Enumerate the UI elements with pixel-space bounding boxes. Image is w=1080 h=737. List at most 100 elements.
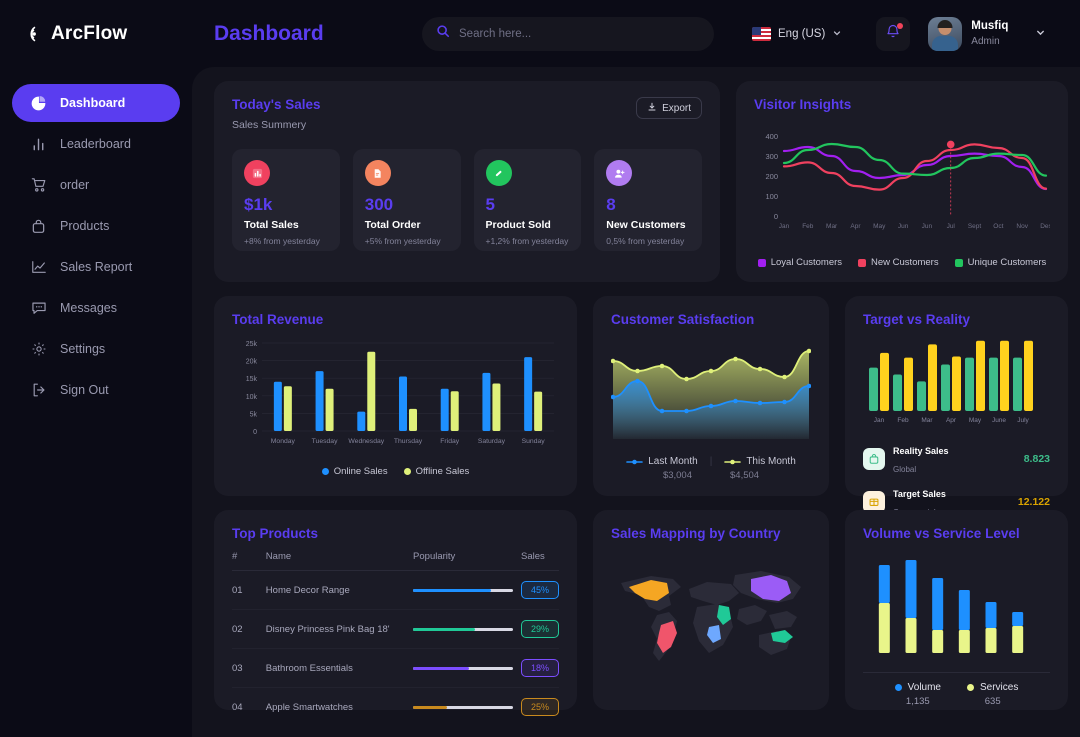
product-number: 04 (232, 701, 243, 713)
legend-name: Target Sales (893, 489, 946, 499)
top-products-table: # Name Popularity Sales 01 Home Decor Ran… (232, 551, 559, 726)
legend-label: Last Month (648, 456, 698, 467)
svg-text:0: 0 (253, 429, 257, 436)
search-input[interactable] (459, 27, 700, 40)
profile-menu[interactable]: Musfiq Admin (928, 16, 1046, 51)
stat-card[interactable]: 5 Product Sold +1,2% from yesterday (473, 149, 582, 251)
export-label: Export (662, 102, 691, 114)
legend-label: Unique Customers (967, 257, 1047, 268)
card-title: Total Revenue (232, 312, 324, 327)
sidebar-item-sales-report[interactable]: Sales Report (12, 248, 180, 286)
cart-icon (30, 177, 47, 194)
bar-chart-icon (30, 136, 47, 153)
stat-card[interactable]: $1k Total Sales +8% from yesterday (232, 149, 340, 251)
sidebar-item-label: Leaderboard (60, 137, 131, 151)
svg-text:Nov: Nov (1016, 223, 1028, 230)
column-header: Sales (520, 551, 559, 571)
table-row[interactable]: 03 Bathroom Essentials 18% (232, 648, 559, 688)
product-number: 02 (232, 609, 266, 649)
legend-label: This Month (746, 456, 796, 467)
sidebar-item-label: Dashboard (60, 96, 126, 110)
row-one: Today's Sales Sales Summery Export $1k T… (214, 81, 1068, 282)
sidebar-item-messages[interactable]: Messages (12, 289, 180, 327)
sidebar-item-dashboard[interactable]: Dashboard (12, 84, 180, 122)
page-title: Dashboard (214, 21, 324, 45)
stat-card[interactable]: 300 Total Order +5% from yesterday (352, 149, 461, 251)
bag-icon (30, 218, 47, 235)
product-popularity (413, 570, 521, 610)
legend-item: New Customers (858, 257, 939, 268)
sales-mapping-card: Sales Mapping by Country (593, 510, 829, 710)
svg-text:Sept: Sept (968, 223, 982, 230)
product-popularity (413, 648, 521, 688)
table-row[interactable]: 04 Apple Smartwatches 25% (232, 688, 559, 727)
card-title: Target vs Reality (863, 312, 971, 327)
stat-label: Total Order (364, 219, 421, 231)
legend-item: Services 635 (967, 682, 1018, 707)
language-selector[interactable]: Eng (US) (752, 25, 842, 43)
this-month-total: $4,504 (730, 470, 760, 481)
table-row[interactable]: 01 Home Decor Range 45% (232, 570, 559, 610)
svg-text:July: July (1017, 417, 1029, 424)
stat-card[interactable]: 8 New Customers 0,5% from yesterday (594, 149, 702, 251)
sidebar-item-leaderboard[interactable]: Leaderboard (12, 125, 180, 163)
svg-text:May: May (969, 417, 982, 424)
notifications-button[interactable] (876, 16, 911, 51)
top-header: Dashboard Eng (US) (192, 0, 1080, 67)
svg-text:Tuesday: Tuesday (312, 438, 338, 445)
sidebar-item-sign-out[interactable]: Sign Out (12, 371, 180, 409)
brand: ArcFlow (0, 0, 192, 67)
stat-value: $1k (244, 195, 273, 214)
profile-role: Admin (971, 35, 1000, 47)
card-title: Customer Satisfaction (611, 312, 755, 327)
sidebar-item-settings[interactable]: Settings (12, 330, 180, 368)
visitor-insights-chart: 0 100 200 300 400 Jan Feb Mar Apr May Jun Jun Jul Sep… (765, 132, 1052, 230)
svg-text:10k: 10k (246, 394, 258, 401)
product-sales: 18% (520, 648, 559, 688)
card-title: Visitor Insights (754, 97, 852, 112)
chevron-down-icon (832, 25, 842, 43)
product-name: Disney Princess Pink Bag 18' (265, 609, 414, 649)
bag-icon (863, 448, 885, 470)
svg-text:Mar: Mar (921, 417, 933, 424)
legend-item: Last Month (626, 456, 698, 467)
svg-text:Wednesday: Wednesday (348, 438, 384, 445)
svg-text:June: June (992, 417, 1006, 424)
legend-value: 12.122 (1017, 496, 1050, 508)
stat-label: Total Sales (244, 219, 299, 231)
svg-text:Mar: Mar (826, 223, 838, 230)
pie-chart-icon (30, 95, 47, 112)
search-box[interactable] (422, 16, 714, 51)
product-popularity (413, 688, 521, 727)
total-revenue-chart: 0 5k 10k 15k 20k 25k Monday Tuesday Wednesday Thu… (246, 341, 554, 445)
table-row[interactable]: 02 Disney Princess Pink Bag 18' 29% (232, 609, 559, 649)
sidebar-item-label: Sign Out (60, 383, 109, 397)
export-button[interactable]: Export (636, 97, 702, 119)
legend-value: 635 (984, 696, 1001, 707)
logout-icon (30, 382, 47, 399)
arc-logo-icon (22, 24, 42, 44)
sidebar-item-label: Products (60, 219, 110, 233)
stat-delta: +8% from yesterday (244, 236, 320, 246)
column-header: # (232, 551, 266, 571)
legend-item: This Month (724, 456, 796, 467)
svg-text:Thursday: Thursday (394, 438, 423, 445)
top-products-card: Top Products # Name Popularity Sales 01 H… (214, 510, 577, 716)
legend-item: Volume 1,135 (894, 682, 941, 707)
volume-service-card: Volume vs Service Level Volume 1,135 Ser… (845, 510, 1068, 710)
brand-name: ArcFlow (51, 22, 128, 44)
sidebar-item-products[interactable]: Products (12, 207, 180, 245)
chat-icon (30, 300, 47, 317)
sidebar-item-order[interactable]: order (12, 166, 180, 204)
visitor-insights-card: Visitor Insights 0 100 200 300 400 Jan Feb Mar A… (736, 81, 1068, 282)
svg-text:300: 300 (765, 152, 778, 161)
chevron-down-icon (1035, 25, 1046, 43)
line-chart-icon (30, 259, 47, 276)
tag-icon (485, 160, 512, 186)
svg-text:Des: Des (1040, 223, 1050, 230)
svg-text:Jul: Jul (947, 223, 956, 230)
product-sales: 45% (520, 570, 559, 610)
table-header-row: # Name Popularity Sales (232, 551, 559, 571)
legend-label: Volume (907, 682, 941, 693)
main-area: Dashboard Eng (US) (192, 0, 1080, 737)
